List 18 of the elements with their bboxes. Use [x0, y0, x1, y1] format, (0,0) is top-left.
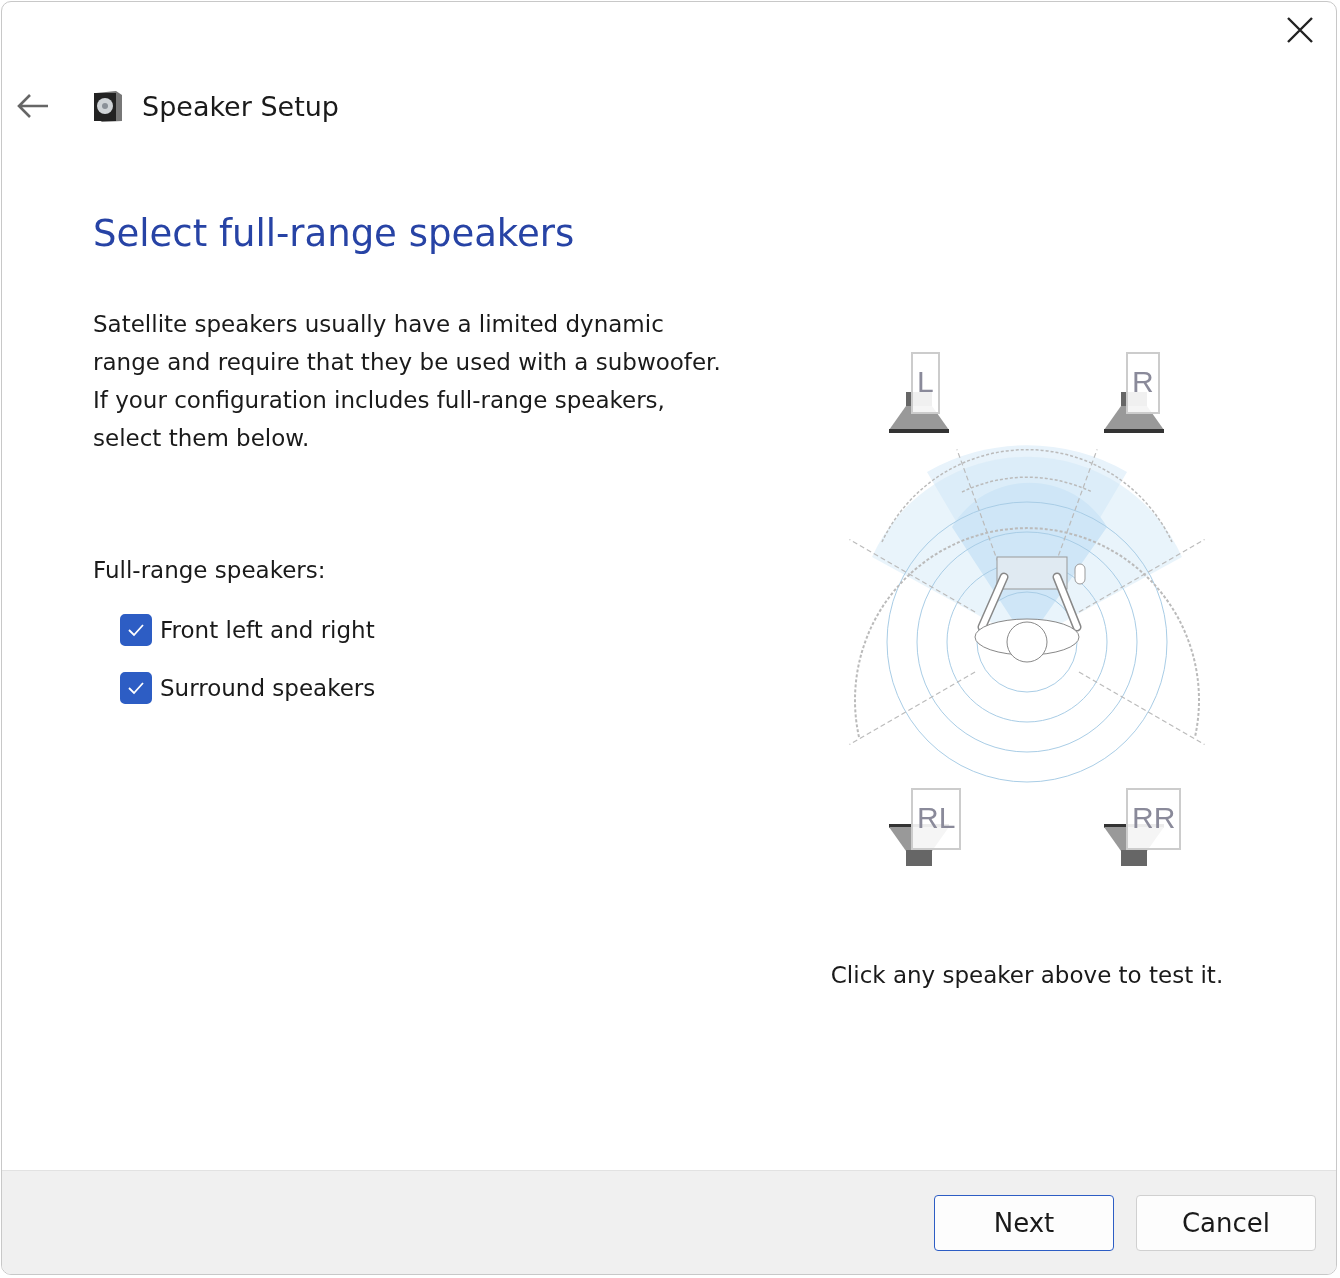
caption-text: Click any speaker above to test it.: [830, 962, 1224, 988]
checkbox[interactable]: [120, 614, 152, 646]
cancel-button[interactable]: Cancel: [1136, 1194, 1316, 1251]
check-icon: [127, 623, 145, 637]
checkbox-option[interactable]: Front left and right: [120, 601, 732, 659]
description-text: Satellite speakers usually have a limited dynamic range and require that they be used with a subwoofer. If your configuration includes full-range speakers, select them below.: [93, 310, 722, 453]
window-title: Speaker Setup: [142, 90, 339, 122]
speaker-icon: [92, 89, 124, 123]
check-icon: [127, 681, 145, 695]
next-button[interactable]: Next: [934, 1194, 1114, 1251]
group-label: Full-range speakers:: [93, 557, 327, 583]
checkbox-option[interactable]: Surround speakers: [120, 659, 732, 717]
speaker-icon: [889, 392, 949, 434]
page-heading: Select full-range speakers: [93, 212, 576, 255]
close-icon[interactable]: [1286, 16, 1314, 44]
checkbox[interactable]: [120, 672, 152, 704]
speaker-icon: [1104, 392, 1164, 434]
back-arrow-icon[interactable]: [16, 92, 50, 120]
